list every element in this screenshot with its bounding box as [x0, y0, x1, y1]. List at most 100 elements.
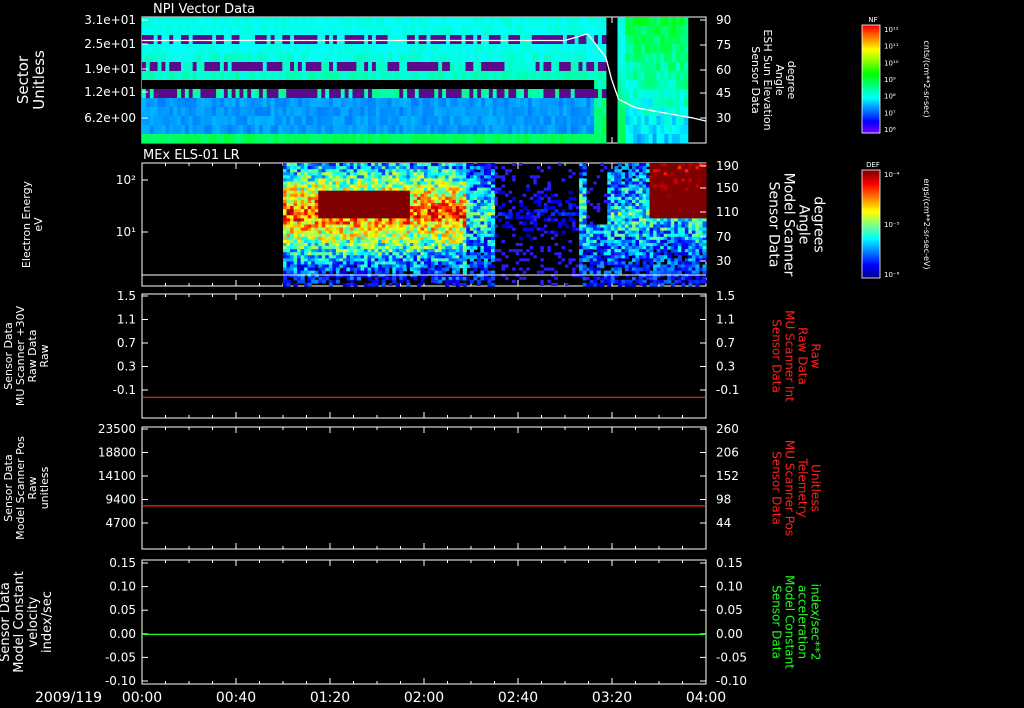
heatmap-cell: [266, 17, 272, 27]
heatmap-cell: [601, 71, 607, 81]
heatmap-cell: [664, 53, 669, 63]
heatmap-cell: [457, 116, 463, 126]
heatmap-cell: [555, 116, 560, 126]
heatmap-cell: [184, 53, 190, 63]
heatmap-cell: [173, 98, 178, 108]
heatmap-cell: [594, 26, 599, 36]
heatmap-cell: [360, 98, 365, 108]
heatmap-cell: [469, 279, 474, 284]
heatmap-cell: [153, 125, 159, 135]
heatmap-cell: [523, 71, 529, 81]
heatmap-cell: [582, 172, 587, 176]
heatmap-cell: [600, 282, 605, 287]
heatmap-cell: [403, 26, 408, 36]
heatmap-cell: [574, 89, 580, 99]
heatmap-cell: [590, 71, 595, 81]
heatmap-cell: [457, 26, 463, 36]
heatmap-cell: [212, 98, 217, 108]
heatmap-cell: [617, 282, 622, 287]
heatmap-cell: [231, 35, 237, 45]
heatmap-cell: [208, 107, 213, 117]
heatmap-cell: [481, 62, 486, 72]
heatmap-cell: [383, 53, 389, 63]
heatmap-cell: [540, 264, 544, 268]
heatmap-cell: [262, 89, 268, 99]
heatmap-cell: [360, 53, 365, 63]
heatmap-cell: [374, 282, 379, 287]
heatmap-cell: [621, 125, 626, 135]
heatmap-cell: [427, 270, 432, 275]
heatmap-cell: [516, 80, 521, 90]
heatmap-cell: [473, 35, 478, 45]
heatmap-cell: [465, 116, 471, 126]
heatmap-cell: [566, 116, 572, 126]
heatmap-cell: [200, 53, 205, 63]
heatmap-cell: [496, 26, 502, 36]
heatmap-cell: [286, 62, 291, 72]
heatmap-cell: [617, 80, 623, 90]
heatmap-cell: [321, 89, 326, 99]
heatmap-cell: [153, 35, 159, 45]
heatmap-cell: [204, 26, 209, 36]
heatmap-cell: [247, 71, 252, 81]
heatmap-cell: [624, 166, 630, 170]
heatmap-cell: [492, 17, 498, 27]
heatmap-cell: [505, 276, 509, 280]
heatmap-cell: [648, 116, 654, 126]
heatmap-cell: [223, 35, 229, 45]
heatmap-cell: [508, 209, 513, 213]
heatmap-cell: [515, 252, 520, 256]
heatmap-cell: [570, 107, 576, 117]
heatmap-cell: [625, 107, 630, 117]
heatmap-cell: [596, 206, 601, 210]
heatmap-cell: [442, 17, 447, 27]
heatmap-cell: [149, 53, 155, 63]
heatmap-cell: [410, 71, 416, 81]
heatmap-cell: [430, 53, 435, 63]
heatmap-cell: [313, 134, 318, 144]
heatmap-cell: [239, 107, 244, 117]
heatmap-cell: [388, 276, 393, 281]
heatmap-cell: [561, 258, 565, 262]
heatmap-cell: [204, 44, 209, 54]
heatmap-cell: [145, 80, 151, 90]
heatmap-cell: [668, 17, 673, 27]
heatmap-cell: [340, 26, 346, 36]
heatmap-cell: [371, 71, 377, 81]
heatmap-cell: [550, 212, 556, 216]
heatmap-cell: [508, 190, 513, 194]
heatmap-cell: [449, 89, 455, 99]
heatmap-cell: [644, 125, 650, 135]
heatmap-cell: [278, 35, 283, 45]
heatmap-cell: [512, 116, 517, 126]
heatmap-cell: [317, 62, 322, 72]
heatmap-cell: [481, 26, 486, 36]
heatmap-cell: [508, 169, 513, 173]
heatmap-cell: [165, 26, 170, 36]
heatmap-cell: [153, 17, 159, 27]
heatmap-cell: [368, 125, 373, 135]
heatmap-cell: [565, 264, 569, 268]
heatmap-cell: [235, 44, 241, 54]
heatmap-cell: [637, 35, 642, 45]
heatmap-cell: [652, 35, 658, 45]
heatmap-cell: [570, 125, 576, 135]
heatmap-cell: [672, 44, 677, 54]
heatmap-cell: [508, 53, 513, 63]
heatmap-cell: [304, 282, 309, 287]
heatmap-cell: [529, 252, 534, 256]
heatmap-cell: [391, 26, 396, 36]
heatmap-cell: [399, 53, 404, 63]
heatmap-cell: [519, 242, 523, 247]
heatmap-cell: [262, 125, 268, 135]
heatmap-cell: [231, 125, 237, 135]
heatmap-cell: [520, 53, 525, 63]
heatmap-cell: [446, 89, 451, 99]
heatmap-cell: [270, 98, 276, 108]
heatmap-cell: [375, 125, 381, 135]
heatmap-cell: [325, 107, 330, 117]
heatmap-cell: [243, 116, 248, 126]
heatmap-cell: [294, 26, 299, 36]
heatmap-cell: [531, 44, 537, 54]
heatmap-cell: [527, 17, 533, 27]
